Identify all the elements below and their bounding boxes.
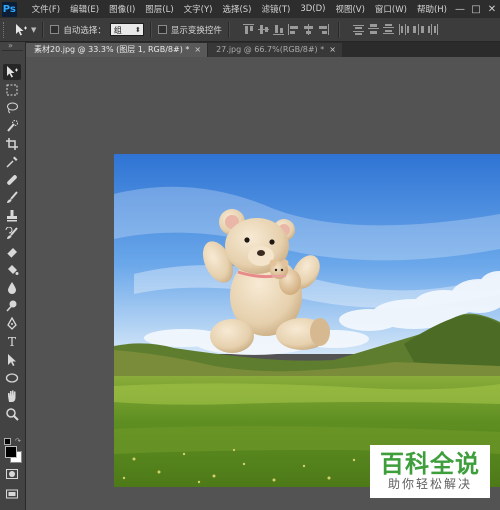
show-transform-label: 显示变换控件 xyxy=(170,25,222,36)
quick-select-tool-icon[interactable] xyxy=(3,118,21,134)
panel-collapse-grip[interactable] xyxy=(2,42,23,51)
auto-select-dropdown[interactable]: 组 ⬍ xyxy=(109,23,144,36)
align-left-edges-icon[interactable] xyxy=(287,23,300,36)
distribute-left-icon[interactable] xyxy=(397,23,410,36)
canvas-workspace[interactable] xyxy=(26,57,500,510)
tool-preset-picker[interactable]: ▼ xyxy=(14,23,36,37)
type-tool-icon[interactable]: T xyxy=(3,334,21,350)
default-colors-icon[interactable] xyxy=(4,438,11,445)
divider xyxy=(42,21,45,38)
divider xyxy=(227,21,230,38)
move-tool-icon[interactable] xyxy=(3,64,21,80)
hand-tool-icon[interactable] xyxy=(3,388,21,404)
chevron-down-icon: ▼ xyxy=(31,25,37,34)
auto-select-value: 组 xyxy=(113,26,122,35)
close-icon[interactable]: × xyxy=(194,43,201,57)
color-swatches: ↷ xyxy=(3,437,23,463)
distribute-bottom-icon[interactable] xyxy=(382,23,395,36)
eraser-tool-icon[interactable] xyxy=(3,244,21,260)
tab-label: 27.jpg @ 66.7%(RGB/8#) * xyxy=(216,45,325,54)
move-tool-icon xyxy=(16,23,27,35)
clone-stamp-tool-icon[interactable] xyxy=(3,208,21,224)
distribute-vertical-centers-icon[interactable] xyxy=(367,23,380,36)
menu-file[interactable]: 文件(F) xyxy=(27,3,66,15)
landscape-with-teddy-bear xyxy=(114,154,500,487)
menu-filter[interactable]: 滤镜(T) xyxy=(257,3,296,15)
distribute-top-icon[interactable] xyxy=(352,23,365,36)
auto-select-label: 自动选择： xyxy=(63,25,106,36)
auto-select-checkbox[interactable] xyxy=(50,25,60,34)
menu-bar: Ps 文件(F) 编辑(E) 图像(I) 图层(L) 文字(Y) 选择(S) 滤… xyxy=(0,0,500,18)
close-window-button[interactable]: ✕ xyxy=(484,4,500,15)
lasso-tool-icon[interactable] xyxy=(3,100,21,116)
watermark-logo: 百科全说 助你轻松解决 xyxy=(370,445,490,498)
watermark-subtitle: 助你轻松解决 xyxy=(387,477,472,491)
foreground-color-swatch[interactable] xyxy=(5,446,17,458)
window-controls: — □ ✕ xyxy=(452,4,500,15)
healing-brush-tool-icon[interactable] xyxy=(3,172,21,188)
quick-mask-icon[interactable] xyxy=(3,466,21,482)
align-top-edges-icon[interactable] xyxy=(242,23,255,36)
tab-label: 素材20.jpg @ 33.3% (图层 1, RGB/8#) * xyxy=(34,45,190,54)
distribute-buttons xyxy=(352,23,442,36)
canvas-image[interactable] xyxy=(114,154,500,487)
tab-document-2[interactable]: 27.jpg @ 66.7%(RGB/8#) * × xyxy=(208,43,342,57)
show-transform-checkbox[interactable] xyxy=(157,25,167,34)
options-bar: ▼ 自动选择： 组 ⬍ 显示变换控件 xyxy=(0,18,500,42)
tab-document-1[interactable]: 素材20.jpg @ 33.3% (图层 1, RGB/8#) * × xyxy=(26,43,208,57)
brush-tool-icon[interactable] xyxy=(3,190,21,206)
chevron-down-icon: ⬍ xyxy=(135,26,141,34)
tools-panel: T ↷ xyxy=(0,42,26,510)
menu-type[interactable]: 文字(Y) xyxy=(179,3,218,15)
ellipse-tool-icon[interactable] xyxy=(3,370,21,386)
align-bottom-edges-icon[interactable] xyxy=(272,23,285,36)
marquee-tool-icon[interactable] xyxy=(3,82,21,98)
paint-bucket-tool-icon[interactable] xyxy=(3,262,21,278)
dodge-tool-icon[interactable] xyxy=(3,298,21,314)
menu-edit[interactable]: 编辑(E) xyxy=(65,3,104,15)
distribute-horizontal-centers-icon[interactable] xyxy=(412,23,425,36)
minimize-button[interactable]: — xyxy=(452,4,468,15)
maximize-button[interactable]: □ xyxy=(468,4,484,15)
menu-window[interactable]: 窗口(W) xyxy=(370,3,412,15)
eyedropper-tool-icon[interactable] xyxy=(3,154,21,170)
divider xyxy=(337,21,340,38)
blur-tool-icon[interactable] xyxy=(3,280,21,296)
menu-help[interactable]: 帮助(H) xyxy=(412,3,452,15)
swap-colors-icon[interactable]: ↷ xyxy=(15,437,21,445)
menu-3d[interactable]: 3D(D) xyxy=(295,4,330,14)
menu-layer[interactable]: 图层(L) xyxy=(140,3,178,15)
divider xyxy=(149,21,152,38)
menu-image[interactable]: 图像(I) xyxy=(104,3,140,15)
align-vertical-centers-icon[interactable] xyxy=(257,23,270,36)
align-buttons xyxy=(242,23,332,36)
history-brush-tool-icon[interactable] xyxy=(3,226,21,242)
distribute-right-icon[interactable] xyxy=(427,23,440,36)
pen-tool-icon[interactable] xyxy=(3,316,21,332)
document-tab-bar: 素材20.jpg @ 33.3% (图层 1, RGB/8#) * × 27.j… xyxy=(26,42,500,57)
photoshop-logo: Ps xyxy=(2,1,17,17)
screen-mode-icon[interactable] xyxy=(3,486,21,502)
close-icon[interactable]: × xyxy=(329,43,336,57)
path-selection-tool-icon[interactable] xyxy=(3,352,21,368)
align-horizontal-centers-icon[interactable] xyxy=(302,23,315,36)
align-right-edges-icon[interactable] xyxy=(317,23,330,36)
menu-select[interactable]: 选择(S) xyxy=(217,3,256,15)
zoom-tool-icon[interactable] xyxy=(3,406,21,422)
options-bar-grip[interactable] xyxy=(3,21,10,38)
watermark-title: 百科全说 xyxy=(380,450,480,478)
menu-view[interactable]: 视图(V) xyxy=(330,3,369,15)
crop-tool-icon[interactable] xyxy=(3,136,21,152)
